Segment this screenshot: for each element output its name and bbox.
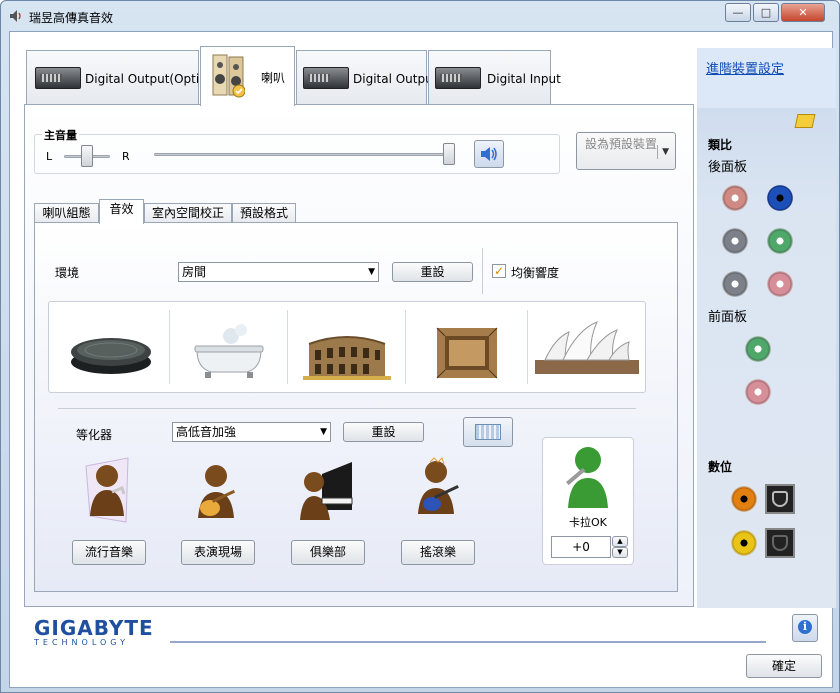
speaker-volume-icon — [481, 147, 497, 161]
rear-jack-blue[interactable] — [767, 185, 793, 211]
balance-slider[interactable] — [81, 145, 93, 167]
rock-guitarist-icon[interactable] — [412, 456, 466, 526]
rear-jack-green[interactable] — [767, 228, 793, 254]
karaoke-value-field[interactable]: +0 — [551, 536, 611, 558]
tab-speaker-configuration[interactable]: 喇叭組態 — [34, 203, 99, 223]
bathtub-icon[interactable] — [171, 310, 287, 386]
karaoke-label: 卡拉OK — [569, 516, 607, 529]
digital-label: 數位 — [708, 460, 733, 474]
divider — [287, 310, 288, 384]
analog-label: 類比 — [708, 138, 733, 152]
karaoke-up-button[interactable]: ▲ — [612, 536, 628, 547]
tab-sound-effects[interactable]: 音效 — [99, 199, 144, 224]
optical-port-icon[interactable] — [765, 484, 795, 514]
tab-speakers[interactable]: 喇叭 — [200, 46, 295, 106]
loudness-label: 均衡響度 — [511, 266, 560, 280]
stone-disc-icon[interactable] — [53, 310, 169, 386]
ok-button[interactable]: 確定 — [746, 654, 822, 678]
tab-label: Digital Output — [353, 72, 438, 86]
gigabyte-logo: GIGABYTE TECHNOLOGY — [34, 616, 154, 647]
opera-house-icon[interactable] — [529, 310, 645, 386]
advanced-settings-area — [697, 48, 836, 108]
padded-cell-icon[interactable] — [409, 310, 525, 386]
eq-preset-club-button[interactable]: 俱樂部 — [291, 540, 365, 565]
master-volume-label: 主音量 — [42, 127, 79, 143]
close-button[interactable]: ✕ — [781, 3, 825, 22]
rear-panel-label: 後面板 — [708, 160, 748, 175]
eq-preset-rock-button[interactable]: 搖滾樂 — [401, 540, 475, 565]
info-icon: i — [798, 620, 812, 634]
divider — [170, 641, 766, 643]
maximize-button[interactable]: □ — [753, 3, 779, 22]
environment-select[interactable]: 房間 ▼ — [178, 262, 379, 282]
graphic-equalizer-button[interactable] — [463, 417, 513, 447]
info-button[interactable]: i — [792, 614, 818, 642]
divider — [527, 310, 528, 384]
coaxial-jack-yellow[interactable] — [731, 530, 757, 556]
equalizer-label: 等化器 — [76, 428, 113, 442]
tab-label: Digital Input — [487, 72, 561, 86]
rear-jack-grey-2[interactable] — [722, 271, 748, 297]
equalizer-select[interactable]: 高低音加強 ▼ — [172, 422, 331, 442]
chevron-down-icon: ▼ — [657, 145, 669, 159]
pop-singer-icon[interactable] — [80, 456, 134, 526]
equalizer-icon — [475, 424, 501, 440]
volume-slider[interactable] — [443, 143, 455, 165]
connector-side-panel — [697, 48, 836, 608]
volume-track[interactable] — [154, 153, 452, 156]
guitarist-icon[interactable] — [190, 460, 244, 530]
front-jack-green[interactable] — [745, 336, 771, 362]
balance-right-label: R — [122, 150, 130, 163]
divider — [58, 408, 636, 409]
balance-left-label: L — [46, 150, 53, 163]
coaxial-jack-orange[interactable] — [731, 486, 757, 512]
karaoke-down-button[interactable]: ▼ — [612, 547, 628, 558]
divider — [169, 310, 170, 384]
title-bar: 瑞昱高傳真音效 — □ ✕ — [1, 1, 839, 31]
tab-digital-input[interactable]: Digital Input — [428, 50, 561, 104]
environment-presets — [48, 301, 646, 393]
window-title: 瑞昱高傳真音效 — [29, 11, 114, 25]
divider — [405, 310, 406, 384]
front-panel-label: 前面板 — [708, 310, 748, 325]
rear-jack-pink[interactable] — [722, 185, 748, 211]
audio-device-icon — [303, 67, 349, 89]
rear-jack-grey[interactable] — [722, 228, 748, 254]
tab-label: 喇叭 — [261, 71, 286, 85]
optical-port-icon[interactable] — [765, 528, 795, 558]
chevron-down-icon: ▼ — [320, 427, 327, 437]
tab-digital-output-optical[interactable]: Digital Output(Optical) — [26, 50, 221, 104]
pianist-icon[interactable] — [300, 458, 354, 528]
eq-preset-pop-button[interactable]: 流行音樂 — [72, 540, 146, 565]
divider — [482, 248, 483, 294]
front-jack-rose[interactable] — [745, 379, 771, 405]
audio-device-icon — [35, 67, 81, 89]
environment-label: 環境 — [55, 266, 80, 280]
tab-digital-output[interactable]: Digital Output — [296, 50, 437, 104]
set-default-device-button[interactable]: 設為預設裝置 ▼ — [576, 132, 676, 170]
audio-device-icon — [435, 67, 481, 89]
mute-button[interactable] — [474, 140, 504, 168]
minimize-button[interactable]: — — [725, 3, 751, 22]
tab-room-correction[interactable]: 室內空間校正 — [144, 203, 232, 223]
eq-preset-live-button[interactable]: 表演現場 — [181, 540, 255, 565]
rear-jack-rose[interactable] — [767, 271, 793, 297]
folder-icon[interactable] — [794, 114, 816, 128]
karaoke-singer-icon[interactable] — [562, 442, 614, 512]
environment-reset-button[interactable]: 重設 — [392, 262, 473, 282]
chevron-down-icon: ▼ — [368, 267, 375, 277]
speaker-icon — [10, 10, 21, 22]
equalizer-reset-button[interactable]: 重設 — [343, 422, 424, 442]
tab-default-format[interactable]: 預設格式 — [232, 203, 296, 223]
loudness-checkbox[interactable]: ✓ — [492, 264, 506, 278]
colosseum-icon[interactable] — [289, 310, 405, 386]
speaker-cabinet-icon — [212, 54, 245, 98]
advanced-device-settings-link[interactable]: 進階裝置設定 — [706, 58, 784, 77]
